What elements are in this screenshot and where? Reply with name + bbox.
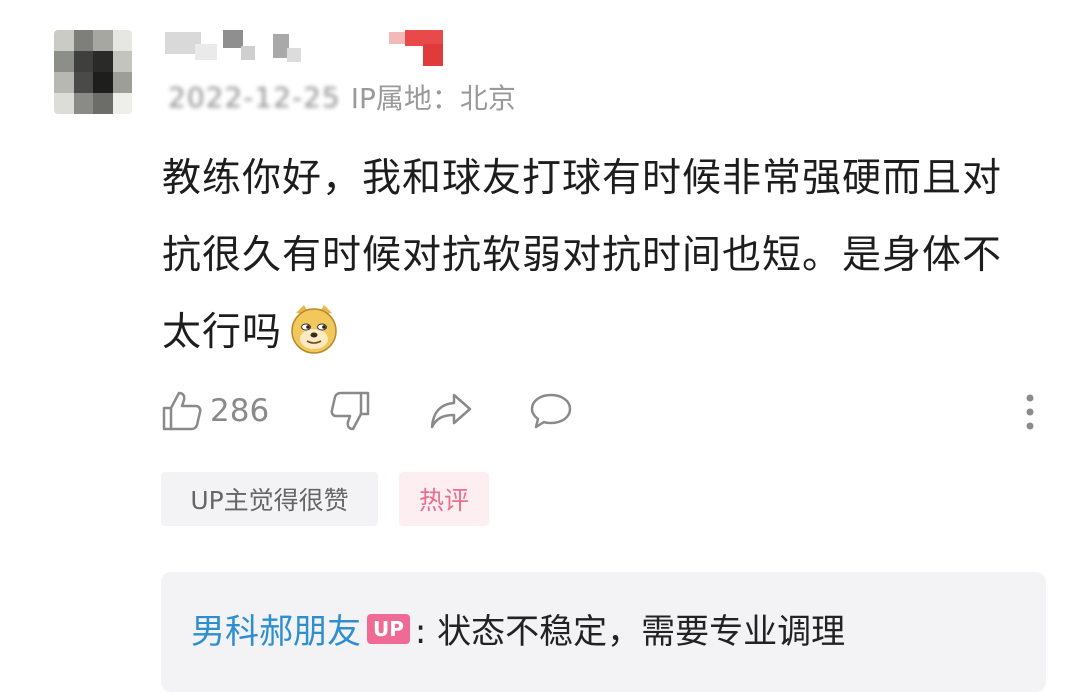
reply-text: : 状态不稳定，需要专业调理 <box>414 612 846 652</box>
reply-author[interactable]: 男科郝朋友 <box>191 604 361 653</box>
reply-preview[interactable]: 男科郝朋友 UP : 状态不稳定，需要专业调理 <box>161 572 1046 692</box>
like-button[interactable]: 286 <box>160 386 269 436</box>
comment-actions: 286 <box>160 386 1040 436</box>
reply-item[interactable]: 男科郝朋友 UP : 状态不稳定，需要专业调理 <box>191 604 845 653</box>
hot-comment-tag: 热评 <box>399 472 489 526</box>
comment-line: 抗很久有时候对抗软弱对抗时间也短。是身体不 <box>162 233 1003 278</box>
more-icon[interactable] <box>1020 390 1040 434</box>
share-icon <box>430 393 472 429</box>
user-avatar[interactable] <box>54 30 132 114</box>
dislike-button[interactable] <box>328 386 372 436</box>
comment-meta: 2022-12-25 IP属地：北京 <box>168 80 516 116</box>
username-redacted[interactable] <box>165 30 455 70</box>
comment-line: 太行吗 <box>162 294 1042 371</box>
comment-line: 教练你好，我和球友打球有时候非常强硬而且对 <box>162 156 1003 201</box>
comment-date: 2022-12-25 <box>168 80 341 114</box>
like-icon <box>162 391 202 431</box>
like-count: 286 <box>210 393 270 429</box>
up-liked-tag: UP主觉得很赞 <box>161 472 378 526</box>
share-button[interactable] <box>428 386 474 436</box>
comment-icon <box>530 393 572 429</box>
ip-location: IP属地：北京 <box>350 82 516 115</box>
up-badge: UP <box>367 613 410 644</box>
reply-button[interactable] <box>528 386 574 436</box>
comment-text: 教练你好，我和球友打球有时候非常强硬而且对 抗很久有时候对抗软弱对抗时间也短。是… <box>162 140 1042 371</box>
doge-emoji-icon <box>291 305 337 354</box>
dislike-icon <box>330 391 370 431</box>
